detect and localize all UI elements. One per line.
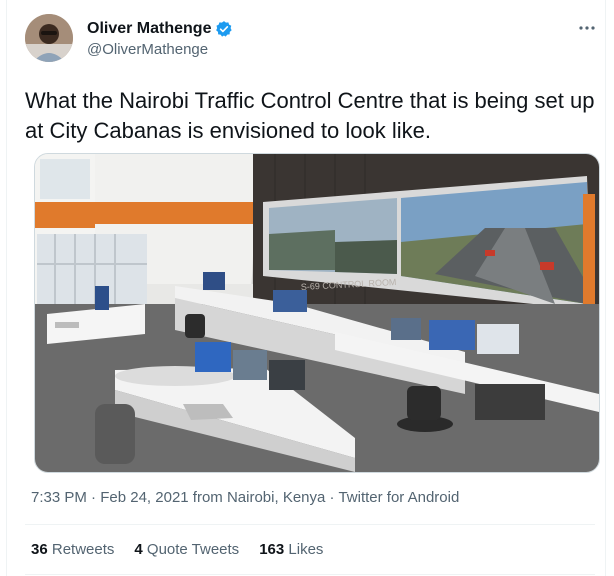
avatar[interactable] bbox=[25, 14, 73, 62]
tweet-stats: 36 Retweets 4 Quote Tweets 163 Likes bbox=[31, 541, 323, 558]
meta-separator: · bbox=[91, 489, 97, 506]
timestamp-time[interactable]: 7:33 PM bbox=[31, 489, 87, 506]
verified-badge-icon bbox=[215, 20, 233, 38]
quote-tweets-count: 4 bbox=[134, 541, 143, 558]
retweets-label: Retweets bbox=[51, 541, 115, 558]
tweet-location: from Nairobi, Kenya bbox=[192, 489, 326, 506]
meta-separator: · bbox=[329, 489, 335, 506]
user-handle[interactable]: @OliverMathenge bbox=[87, 41, 233, 58]
tweet-card: Oliver Mathenge @OliverMathenge What the… bbox=[6, 0, 606, 576]
retweets-stat[interactable]: 36 Retweets bbox=[31, 541, 114, 558]
tweet-source[interactable]: Twitter for Android bbox=[338, 489, 459, 506]
tweet-text: What the Nairobi Traffic Control Centre … bbox=[25, 88, 595, 143]
likes-count: 163 bbox=[259, 541, 285, 558]
tweet-header: Oliver Mathenge @OliverMathenge bbox=[25, 14, 603, 68]
tweet-media-image[interactable]: S-69 CONTROL ROOM bbox=[34, 153, 600, 473]
retweets-count: 36 bbox=[31, 541, 48, 558]
divider bbox=[25, 574, 595, 575]
quote-tweets-stat[interactable]: 4 Quote Tweets bbox=[134, 541, 239, 558]
timestamp-date[interactable]: Feb 24, 2021 bbox=[100, 489, 188, 506]
likes-label: Likes bbox=[288, 541, 324, 558]
more-horizontal-icon[interactable] bbox=[575, 18, 599, 38]
tweet-meta: 7:33 PM · Feb 24, 2021 from Nairobi, Ken… bbox=[31, 489, 459, 506]
likes-stat[interactable]: 163 Likes bbox=[259, 541, 323, 558]
display-name[interactable]: Oliver Mathenge bbox=[87, 20, 211, 38]
divider bbox=[25, 524, 595, 525]
quote-tweets-label: Quote Tweets bbox=[146, 541, 240, 558]
user-name-block: Oliver Mathenge @OliverMathenge bbox=[87, 20, 233, 58]
